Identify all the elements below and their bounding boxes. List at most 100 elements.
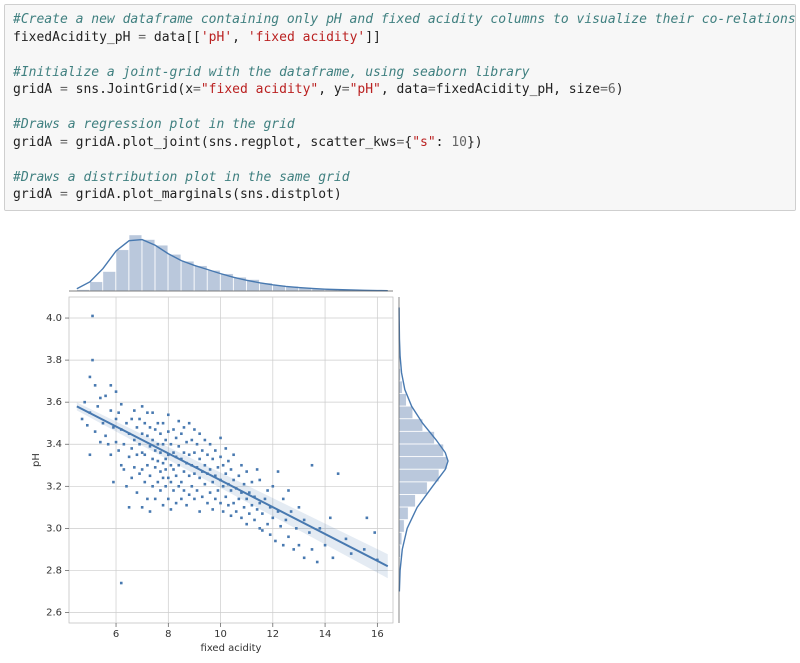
x-tick-label: 16 xyxy=(371,629,384,640)
y-tick-label: 3.2 xyxy=(46,481,62,492)
scatter-point xyxy=(99,397,102,400)
scatter-point xyxy=(245,523,248,526)
scatter-point xyxy=(149,510,152,513)
scatter-point xyxy=(232,479,235,482)
scatter-point xyxy=(185,504,188,507)
scatter-point xyxy=(175,502,178,505)
scatter-point xyxy=(159,489,162,492)
code-token: = xyxy=(342,82,350,97)
scatter-point xyxy=(188,422,191,425)
scatter-point xyxy=(279,525,282,528)
scatter-point xyxy=(151,458,154,461)
code-token: = xyxy=(600,82,608,97)
code-token: "s" xyxy=(412,135,435,150)
scatter-point xyxy=(219,502,222,505)
scatter-point xyxy=(175,474,178,477)
scatter-point xyxy=(311,548,314,551)
scatter-point xyxy=(133,466,136,469)
code-token: , y xyxy=(318,82,341,97)
scatter-point xyxy=(180,498,183,501)
right-hist-bar xyxy=(399,533,402,545)
scatter-point xyxy=(188,493,191,496)
scatter-point xyxy=(363,548,366,551)
scatter-point xyxy=(146,498,149,501)
scatter-point xyxy=(149,474,152,477)
scatter-point xyxy=(222,485,225,488)
scatter-point xyxy=(110,453,113,456)
scatter-point xyxy=(264,498,267,501)
scatter-point xyxy=(230,489,233,492)
scatter-point xyxy=(198,432,201,435)
scatter-point xyxy=(303,519,306,522)
top-hist-bar xyxy=(90,282,103,291)
code-token: = xyxy=(138,30,146,45)
scatter-point xyxy=(219,437,222,440)
scatter-point xyxy=(143,481,146,484)
scatter-point xyxy=(256,508,259,511)
scatter-point xyxy=(107,443,110,446)
scatter-point xyxy=(227,504,230,507)
scatter-point xyxy=(230,514,233,517)
scatter-point xyxy=(238,474,241,477)
scatter-point xyxy=(102,422,105,425)
scatter-point xyxy=(159,451,162,454)
scatter-point xyxy=(224,447,227,450)
scatter-point xyxy=(206,502,209,505)
scatter-point xyxy=(298,544,301,547)
scatter-point xyxy=(303,557,306,560)
scatter-point xyxy=(272,517,275,520)
scatter-point xyxy=(185,441,188,444)
scatter-point xyxy=(198,477,201,480)
scatter-point xyxy=(104,435,107,438)
scatter-point xyxy=(211,458,214,461)
scatter-point xyxy=(170,443,173,446)
scatter-point xyxy=(143,422,146,425)
scatter-point xyxy=(130,418,133,421)
scatter-point xyxy=(123,468,126,471)
scatter-point xyxy=(115,441,118,444)
x-tick-label: 12 xyxy=(266,629,279,640)
scatter-point xyxy=(282,544,285,547)
y-axis-label: pH xyxy=(31,453,42,467)
scatter-point xyxy=(287,535,290,538)
scatter-point xyxy=(91,359,94,362)
x-tick-label: 8 xyxy=(165,629,171,640)
scatter-point xyxy=(287,489,290,492)
scatter-point xyxy=(125,485,128,488)
scatter-point xyxy=(125,422,128,425)
code-token: , xyxy=(232,30,248,45)
code-token: = xyxy=(60,135,68,150)
scatter-point xyxy=(308,531,311,534)
scatter-point xyxy=(232,453,235,456)
scatter-point xyxy=(143,453,146,456)
scatter-point xyxy=(191,485,194,488)
scatter-point xyxy=(146,411,149,414)
scatter-point xyxy=(138,472,141,475)
scatter-point xyxy=(177,485,180,488)
scatter-point xyxy=(172,428,175,431)
scatter-point xyxy=(128,506,131,509)
scatter-point xyxy=(245,470,248,473)
scatter-point xyxy=(141,432,144,435)
code-comment: #Create a new dataframe containing only … xyxy=(13,12,796,27)
scatter-point xyxy=(172,489,175,492)
right-hist-bar xyxy=(399,495,415,507)
scatter-point xyxy=(193,472,196,475)
scatter-point xyxy=(196,489,199,492)
scatter-point xyxy=(240,517,243,520)
scatter-point xyxy=(290,510,293,513)
scatter-point xyxy=(324,544,327,547)
scatter-point xyxy=(141,405,144,408)
scatter-point xyxy=(201,496,204,499)
scatter-point xyxy=(177,464,180,467)
scatter-point xyxy=(222,464,225,467)
code-token: gridA xyxy=(13,187,60,202)
scatter-point xyxy=(151,485,154,488)
scatter-point xyxy=(157,443,160,446)
scatter-point xyxy=(337,472,340,475)
scatter-point xyxy=(204,439,207,442)
right-hist-bar xyxy=(399,419,423,431)
y-tick-label: 4.0 xyxy=(46,313,62,324)
y-tick-label: 3.6 xyxy=(46,397,62,408)
scatter-point xyxy=(136,426,139,429)
